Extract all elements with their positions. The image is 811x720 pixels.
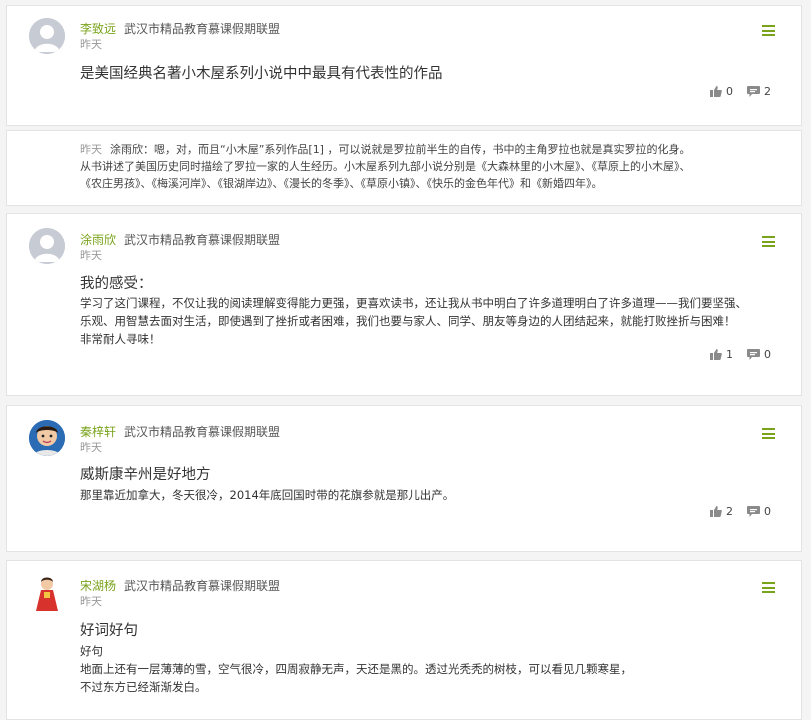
group-name: 武汉市精品教育慕课假期联盟 xyxy=(124,425,281,439)
like-button[interactable]: 0 xyxy=(710,85,733,98)
post-time: 昨天 xyxy=(80,38,102,51)
reply-line: 《农庄男孩》、《梅溪河岸》、《银湖岸边》、《漫长的冬季》、《草原小镇》、《快乐的… xyxy=(80,177,603,190)
thumbs-up-icon xyxy=(710,349,722,360)
menu-icon[interactable] xyxy=(762,25,775,36)
post-body: 好句 地面上还有一层薄薄的雪，空气很冷，四周寂静无声，天还是黑的。透过光秃秃的树… xyxy=(80,644,632,694)
reply-content: 昨天 涂雨欣：嗯，对，而且“小木屋”系列作品[1] ，可以说就是罗拉前半生的自传，… xyxy=(80,141,730,192)
comment-button[interactable]: 0 xyxy=(747,348,771,361)
comment-count: 2 xyxy=(764,85,771,98)
post-title: 我的感受： xyxy=(80,276,153,292)
post-title: 好词好句 xyxy=(80,623,138,639)
avatar[interactable] xyxy=(29,18,65,54)
comment-icon xyxy=(747,506,760,517)
post-body: 那里靠近加拿大，冬天很冷，2014年底回国时带的花旗参就是那儿出产。 xyxy=(80,488,455,502)
like-count: 1 xyxy=(726,348,733,361)
comment-count: 0 xyxy=(764,348,771,361)
thumbs-up-icon xyxy=(710,506,722,517)
group-name: 武汉市精品教育慕课假期联盟 xyxy=(124,22,281,36)
post-title: 威斯康辛州是好地方 xyxy=(80,467,211,483)
reply-line: 昨天 涂雨欣：嗯，对，而且“小木屋”系列作品[1] ，可以说就是罗拉前半生的自传，… xyxy=(80,143,691,156)
comment-button[interactable]: 0 xyxy=(747,505,771,518)
like-count: 2 xyxy=(726,505,733,518)
post-body: 学习了这门课程，不仅让我的阅读理解变得能力更强，更喜欢读书，还让我从书中明白了许… xyxy=(80,296,747,346)
comment-icon xyxy=(747,349,760,360)
like-count: 0 xyxy=(726,85,733,98)
menu-icon[interactable] xyxy=(762,428,775,439)
username-link[interactable]: 涂雨欣 xyxy=(80,233,116,247)
comment-button[interactable]: 2 xyxy=(747,85,771,98)
menu-icon[interactable] xyxy=(762,236,775,247)
reply-card: 昨天 涂雨欣：嗯，对，而且“小木屋”系列作品[1] ，可以说就是罗拉前半生的自传，… xyxy=(6,130,802,206)
comment-icon xyxy=(747,86,760,97)
like-button[interactable]: 2 xyxy=(710,505,733,518)
post-title: 是美国经典名著小木屋系列小说中中最具有代表性的作品 xyxy=(80,66,443,82)
reply-line: 从书讲述了美国历史同时描绘了罗拉一家的人生经历。小木屋系列九部小说分别是《大森林… xyxy=(80,160,691,173)
comment-count: 0 xyxy=(764,505,771,518)
username-link[interactable]: 秦梓轩 xyxy=(80,425,116,439)
post-card: 宋湖杨 武汉市精品教育慕课假期联盟 昨天 好词好句 好句 地面上还有一层薄薄的雪，… xyxy=(6,560,802,720)
username-link[interactable]: 宋湖杨 xyxy=(80,579,116,593)
group-name: 武汉市精品教育慕课假期联盟 xyxy=(124,233,281,247)
avatar[interactable] xyxy=(29,575,65,611)
post-card: 涂雨欣 武汉市精品教育慕课假期联盟 昨天 我的感受： 学习了这门课程，不仅让我的阅… xyxy=(6,213,802,396)
post-time: 昨天 xyxy=(80,249,102,262)
post-card: 秦梓轩 武汉市精品教育慕课假期联盟 昨天 威斯康辛州是好地方 那里靠近加拿大，冬天… xyxy=(6,405,802,552)
post-time: 昨天 xyxy=(80,441,102,454)
post-card: 李致远 武汉市精品教育慕课假期联盟 昨天 是美国经典名著小木屋系列小说中中最具有代… xyxy=(6,5,802,126)
avatar[interactable] xyxy=(29,228,65,264)
like-button[interactable]: 1 xyxy=(710,348,733,361)
reply-time: 昨天 xyxy=(80,143,102,156)
menu-icon[interactable] xyxy=(762,582,775,593)
username-link[interactable]: 李致远 xyxy=(80,22,116,36)
avatar[interactable] xyxy=(29,420,65,456)
reply-username[interactable]: 涂雨欣 xyxy=(110,143,143,156)
group-name: 武汉市精品教育慕课假期联盟 xyxy=(124,579,281,593)
thumbs-up-icon xyxy=(710,86,722,97)
post-time: 昨天 xyxy=(80,595,102,608)
